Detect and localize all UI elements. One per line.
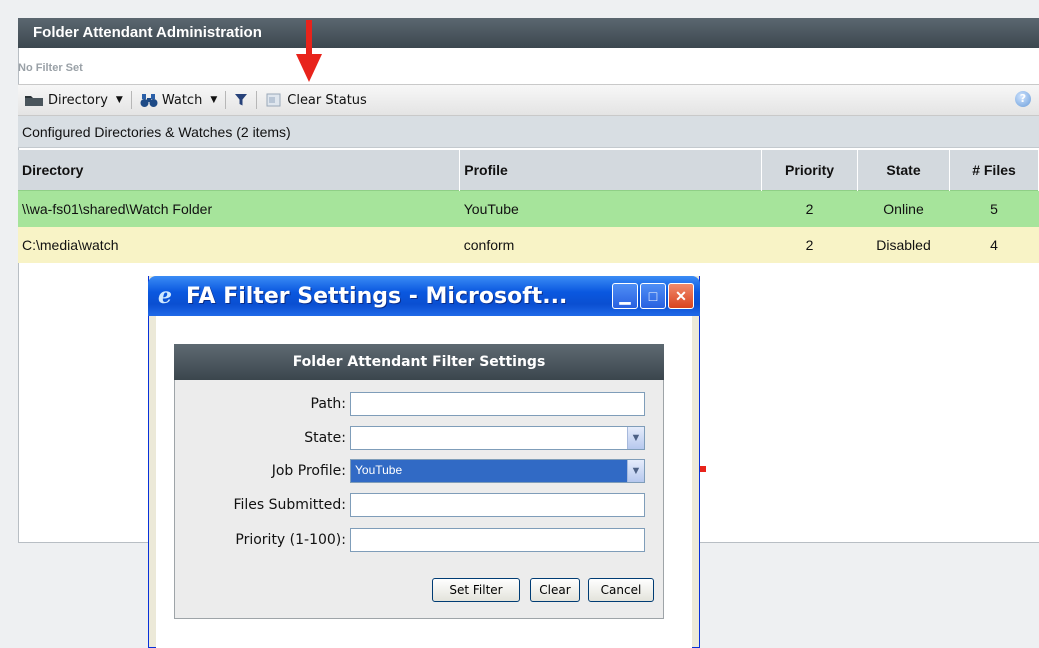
window-controls: ▁ □ ✕ (612, 283, 694, 309)
toolbar-separator (130, 91, 132, 109)
path-label: Path: (310, 396, 346, 412)
filter-funnel-icon (235, 94, 248, 106)
chevron-down-icon[interactable]: ▼ (627, 427, 644, 449)
cell-directory: \\wa-fs01\shared\Watch Folder (18, 190, 460, 227)
minimize-button[interactable]: ▁ (612, 283, 638, 309)
filter-status: No Filter Set (18, 62, 83, 74)
window-title: FA Filter Settings - Microsoft... (186, 283, 568, 309)
list-heading: Configured Directories & Watches (2 item… (18, 116, 1039, 148)
priority-input[interactable] (350, 528, 645, 552)
files-submitted-input[interactable] (350, 493, 645, 517)
clear-status-button[interactable]: Clear Status (259, 85, 373, 115)
help-icon[interactable]: ? (1015, 91, 1031, 107)
chevron-down-icon[interactable]: ▼ (627, 460, 644, 482)
chevron-down-icon: ▼ (210, 95, 218, 105)
chevron-down-icon: ▼ (115, 95, 123, 105)
column-header-directory[interactable]: Directory (18, 150, 461, 191)
column-header-profile[interactable]: Profile (459, 150, 763, 191)
path-input[interactable] (350, 392, 645, 416)
set-filter-button[interactable]: Set Filter (432, 578, 520, 602)
watch-menu-button[interactable]: Watch ▼ (134, 85, 223, 115)
filter-form-title: Folder Attendant Filter Settings (174, 344, 664, 380)
internet-explorer-icon: e (158, 283, 172, 309)
toolbar-separator (256, 91, 258, 109)
toolbar: Directory ▼ Watch ▼ Clear Status ? (18, 84, 1039, 116)
close-icon: ✕ (675, 288, 687, 304)
job-profile-label: Job Profile: (271, 463, 346, 479)
table-row[interactable]: C:\media\watch conform 2 Disabled 4 (18, 227, 1039, 263)
directory-menu-button[interactable]: Directory ▼ (18, 85, 129, 115)
cell-state: Online (857, 190, 950, 227)
close-button[interactable]: ✕ (668, 283, 694, 309)
table-row[interactable]: \\wa-fs01\shared\Watch Folder YouTube 2 … (18, 190, 1039, 227)
column-header-priority[interactable]: Priority (761, 150, 859, 191)
maximize-icon: □ (648, 288, 658, 304)
priority-label: Priority (1-100): (235, 532, 346, 548)
directory-menu-label: Directory (48, 92, 108, 108)
column-header-files[interactable]: # Files (949, 150, 1039, 191)
cell-directory: C:\media\watch (18, 227, 460, 263)
cell-priority: 2 (761, 190, 858, 227)
cell-state: Disabled (857, 227, 950, 263)
cell-priority: 2 (761, 227, 858, 263)
cell-files: 5 (949, 190, 1039, 227)
clear-button[interactable]: Clear (530, 578, 580, 602)
maximize-button[interactable]: □ (640, 283, 666, 309)
window-title-bar[interactable]: e FA Filter Settings - Microsoft... ▁ □ … (148, 276, 700, 316)
state-label: State: (304, 430, 346, 446)
cell-profile: YouTube (459, 190, 762, 227)
state-select[interactable]: ▼ (350, 426, 645, 450)
annotation-arrow-down-icon (296, 20, 322, 82)
filter-button[interactable] (228, 85, 254, 115)
cell-files: 4 (949, 227, 1039, 263)
table-header-row: Directory Profile Priority State # Files (18, 150, 1039, 191)
job-profile-select-value: YouTube (355, 463, 403, 477)
files-submitted-label: Files Submitted: (233, 497, 346, 513)
clear-status-icon (266, 93, 281, 107)
column-header-state[interactable]: State (857, 150, 950, 191)
toolbar-separator (225, 91, 227, 109)
watch-menu-label: Watch (161, 92, 203, 108)
binoculars-icon (140, 94, 158, 107)
clear-status-label: Clear Status (287, 92, 367, 108)
job-profile-select[interactable]: YouTube ▼ (350, 459, 645, 483)
folder-icon (25, 96, 43, 106)
panel-title: Folder Attendant Administration (18, 18, 1039, 48)
directories-table: Directory Profile Priority State # Files… (18, 150, 1039, 263)
cancel-button[interactable]: Cancel (588, 578, 654, 602)
minimize-icon: ▁ (619, 288, 631, 304)
cell-profile: conform (459, 227, 762, 263)
